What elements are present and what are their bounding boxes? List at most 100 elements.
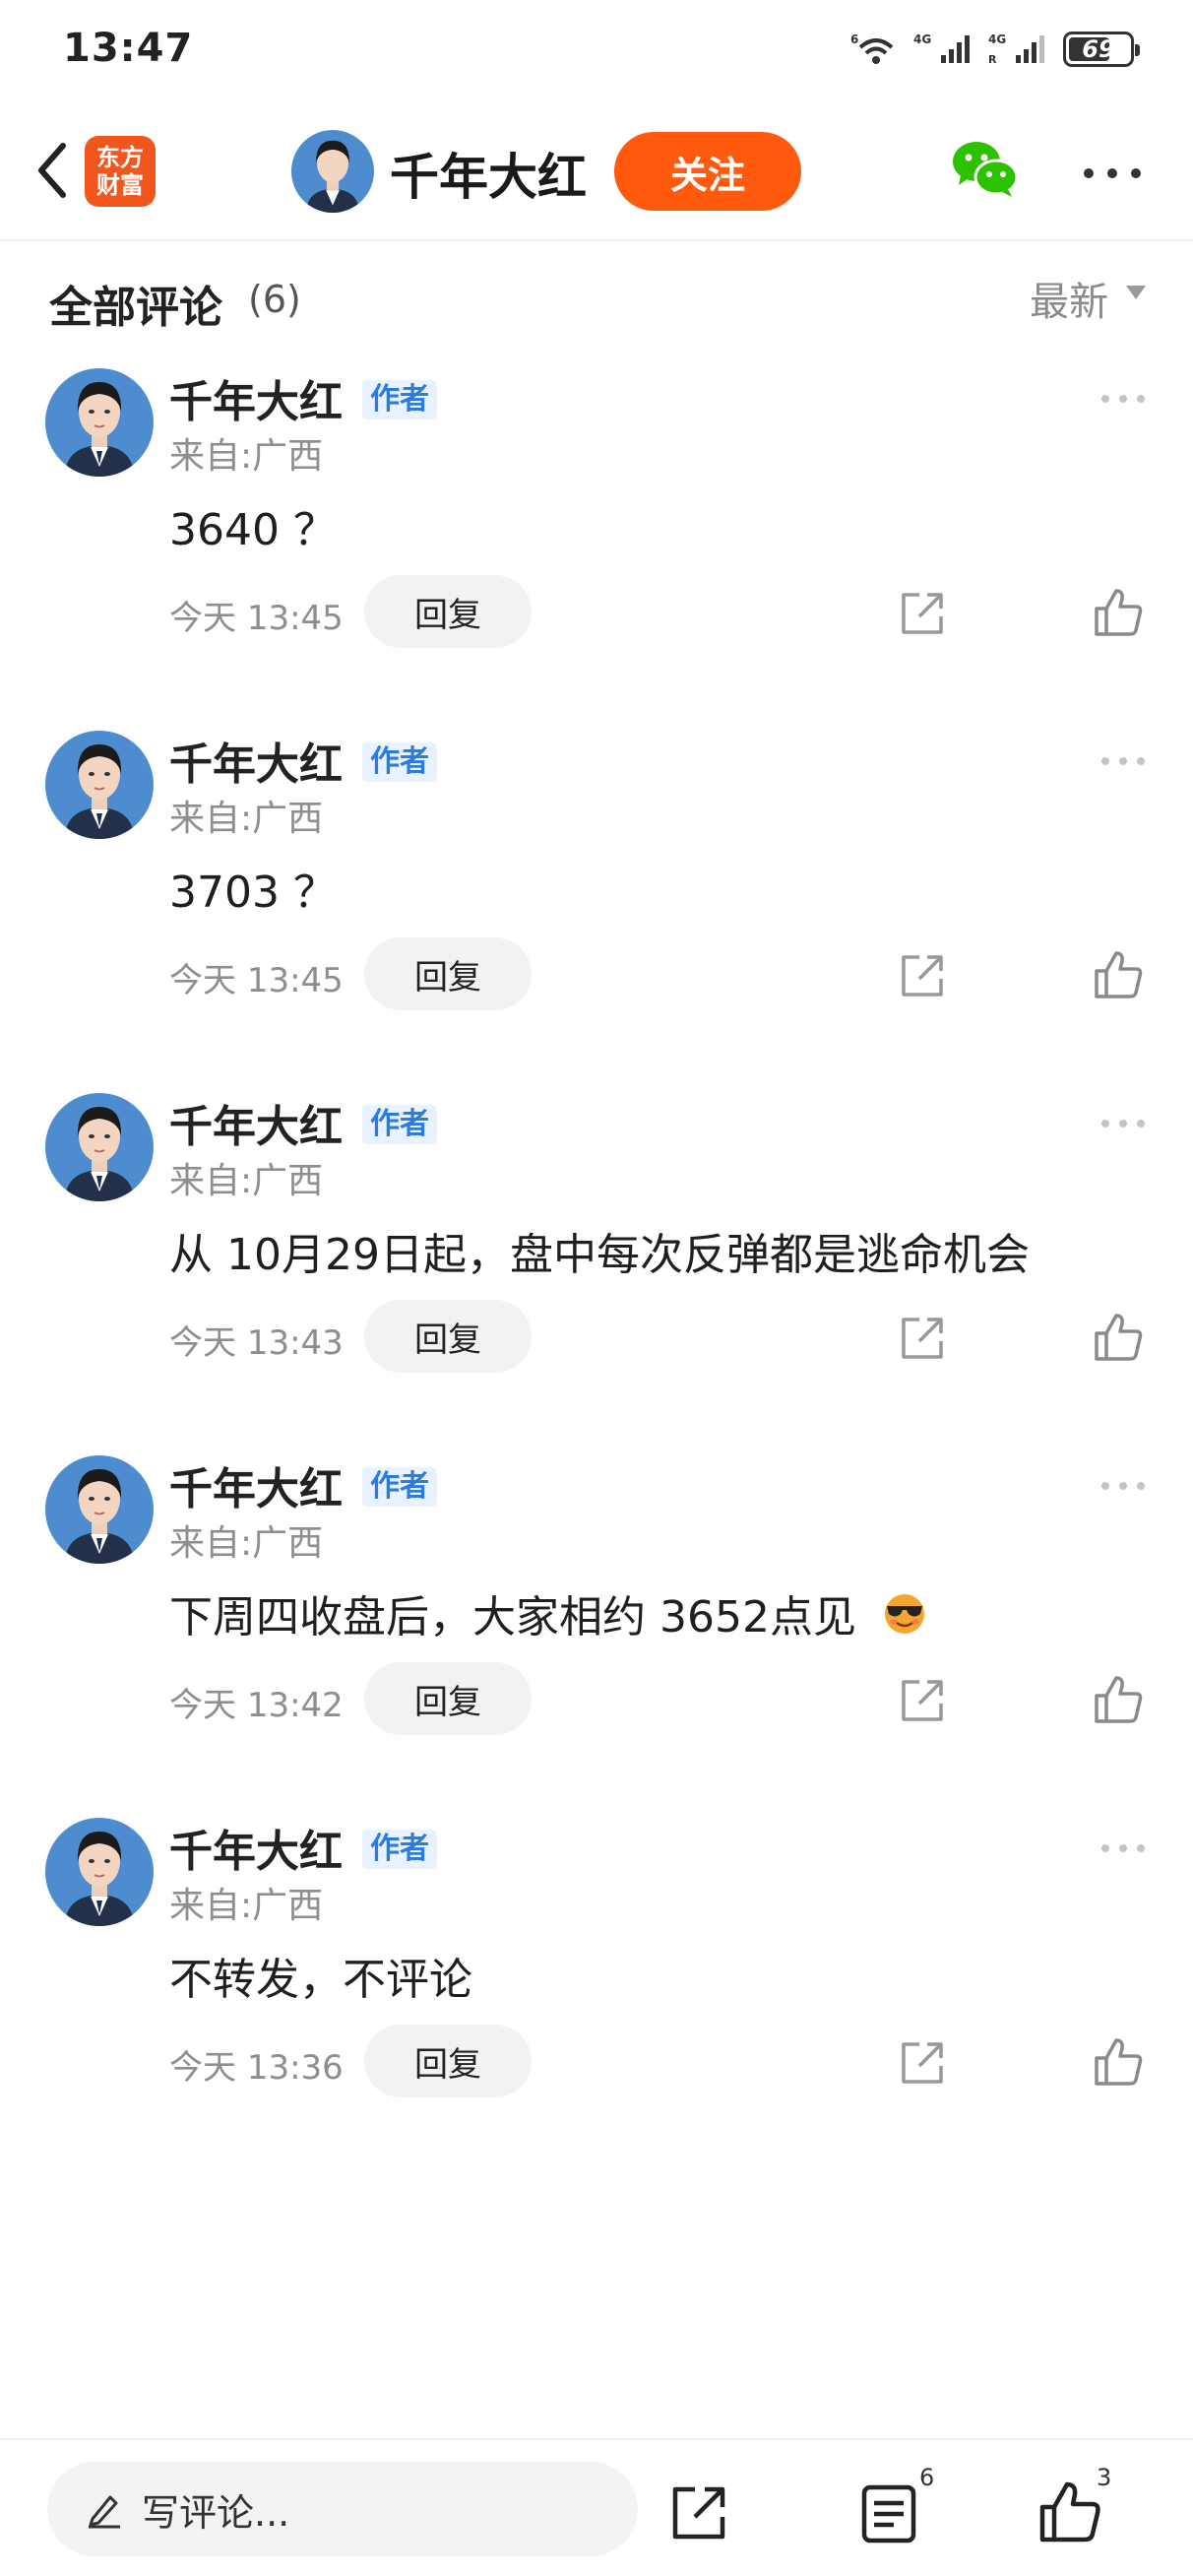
more-icon[interactable] (1099, 754, 1148, 768)
more-icon[interactable] (1099, 1479, 1148, 1493)
follow-button[interactable]: 关注 (614, 132, 801, 211)
comment-text: 3703 ？ (169, 857, 337, 920)
reply-button[interactable]: 回复 (364, 2025, 532, 2097)
comment-location: 来自:广西 (169, 1523, 324, 1564)
author-badge: 作者 (362, 1467, 437, 1507)
triangle-down-icon[interactable] (1126, 286, 1146, 299)
thumbs-up-icon[interactable] (1093, 949, 1144, 1000)
avatar-image-icon (45, 1818, 154, 1926)
author-badge: 作者 (362, 742, 437, 782)
author-badge: 作者 (362, 380, 437, 419)
comment-time: 今天 13:43 (169, 1323, 344, 1363)
author-name[interactable]: 千年大红 (390, 138, 587, 209)
eastmoney-logo[interactable]: 东方 财富 (85, 136, 156, 207)
comment-text-body: 3703 ？ (169, 868, 337, 918)
commenter-avatar[interactable] (45, 731, 154, 839)
comment-text-body: 下周四收盘后，大家相约 3652点见 (169, 1592, 856, 1642)
commenter-avatar[interactable] (45, 1093, 154, 1201)
comment-time: 今天 13:42 (169, 1686, 344, 1725)
sunglasses-emoji-icon (884, 1594, 924, 1634)
share-icon[interactable] (898, 589, 947, 638)
comments-count: (6) (248, 278, 301, 321)
avatar-image-icon (45, 1093, 154, 1201)
commenter-name[interactable]: 千年大红 (169, 366, 343, 429)
sort-dropdown[interactable]: 最新 (1030, 270, 1108, 327)
avatar-image-icon (45, 731, 154, 839)
cell-signal-icon: 4G (913, 32, 970, 63)
reply-button[interactable]: 回复 (364, 1662, 532, 1735)
roaming-label: R (988, 53, 997, 66)
battery-icon: 69 (1063, 32, 1140, 67)
thumbs-up-icon[interactable] (1093, 587, 1144, 638)
commenter-name[interactable]: 千年大红 (169, 1816, 343, 1879)
share-icon[interactable] (898, 1314, 947, 1363)
comment-text-body: 不转发，不评论 (169, 1955, 472, 2005)
commenter-avatar[interactable] (45, 1455, 154, 1564)
header-avatar[interactable] (291, 130, 374, 213)
avatar-image-icon (45, 368, 154, 477)
comment-item: 千年大红 作者 来自:广西 3640 ？ 今天 13:45 回复 (0, 356, 1193, 719)
logo-line-2: 财富 (96, 171, 144, 199)
status-icons: 6 4G 4G R 69 (850, 30, 1140, 69)
comment-text: 下周四收盘后，大家相约 3652点见 (169, 1581, 927, 1644)
like-count-badge: 3 (1097, 2464, 1112, 2491)
comments-list-icon[interactable] (858, 2481, 919, 2544)
comment-text-body: 从 10月29日起，盘中每次反弹都是逃命机会 (169, 1230, 1030, 1280)
status-bar: 13:47 6 4G 4G R 69 (0, 0, 1193, 98)
commenter-name[interactable]: 千年大红 (169, 1453, 343, 1516)
wifi-label: 6 (850, 32, 858, 46)
comment-time: 今天 13:36 (169, 2048, 344, 2088)
comment-time: 今天 13:45 (169, 961, 344, 1000)
thumbs-up-icon[interactable] (1093, 1312, 1144, 1363)
comment-text: 不转发，不评论 (169, 1944, 472, 2007)
share-icon[interactable] (898, 2038, 947, 2088)
reply-button[interactable]: 回复 (364, 1300, 532, 1373)
comment-time: 今天 13:45 (169, 599, 344, 638)
bottom-action-bar: 写评论... 6 3 (0, 2438, 1193, 2576)
comment-item: 千年大红 作者 来自:广西 不转发，不评论 今天 13:36 回复 (0, 1806, 1193, 2168)
comment-input-placeholder: 写评论... (142, 2490, 290, 2535)
comment-location: 来自:广西 (169, 1886, 324, 1926)
more-icon[interactable] (1099, 1841, 1148, 1855)
wifi-icon: 6 (850, 32, 894, 64)
reply-button[interactable]: 回复 (364, 937, 532, 1010)
thumbs-up-icon[interactable] (1093, 2036, 1144, 2088)
write-comment-input[interactable]: 写评论... (47, 2462, 638, 2556)
top-header: 东方 财富 千年大红 关注 (0, 116, 1193, 226)
reply-button[interactable]: 回复 (364, 575, 532, 648)
share-icon[interactable] (898, 951, 947, 1000)
cell-label-2: 4G (988, 32, 1006, 46)
commenter-avatar[interactable] (45, 368, 154, 477)
avatar-image-icon (45, 1455, 154, 1564)
pencil-icon (89, 2495, 120, 2529)
comment-location: 来自:广西 (169, 436, 324, 477)
comment-count-badge: 6 (919, 2464, 935, 2491)
header-divider (0, 239, 1193, 241)
comment-text: 3640 ？ (169, 494, 337, 557)
commenter-name[interactable]: 千年大红 (169, 729, 343, 792)
more-icon[interactable] (1081, 163, 1144, 183)
logo-line-1: 东方 (96, 144, 144, 171)
avatar-image-icon (291, 130, 374, 213)
comment-text-body: 3640 ？ (169, 505, 337, 555)
comments-list: 千年大红 作者 来自:广西 注意今天尾盘急跳水...明天低开 今天 13:32 … (0, 356, 1193, 2168)
comments-section-title: 全部评论 (49, 283, 222, 333)
cell-label-1: 4G (913, 32, 931, 46)
commenter-avatar[interactable] (45, 1818, 154, 1926)
comments-list-viewport[interactable]: 千年大红 作者 来自:广西 注意今天尾盘急跳水...明天低开 今天 13:32 … (0, 356, 1193, 2438)
share-icon[interactable] (898, 1676, 947, 1725)
comment-item: 千年大红 作者 来自:广西 从 10月29日起，盘中每次反弹都是逃命机会 今天 … (0, 1081, 1193, 1444)
comment-item: 千年大红 作者 来自:广西 3703 ？ 今天 13:45 回复 (0, 719, 1193, 1081)
comment-location: 来自:广西 (169, 799, 324, 839)
back-icon[interactable] (24, 136, 83, 205)
commenter-name[interactable]: 千年大红 (169, 1091, 343, 1154)
wechat-icon[interactable] (951, 138, 1020, 201)
more-icon[interactable] (1099, 392, 1148, 406)
thumbs-up-icon[interactable] (1093, 1674, 1144, 1725)
comment-location: 来自:广西 (169, 1161, 324, 1201)
thumbs-up-icon[interactable] (1037, 2479, 1102, 2544)
cell-signal-2-icon: 4G R (988, 32, 1044, 66)
status-time: 13:47 (63, 26, 194, 71)
more-icon[interactable] (1099, 1117, 1148, 1130)
share-icon[interactable] (669, 2483, 728, 2543)
